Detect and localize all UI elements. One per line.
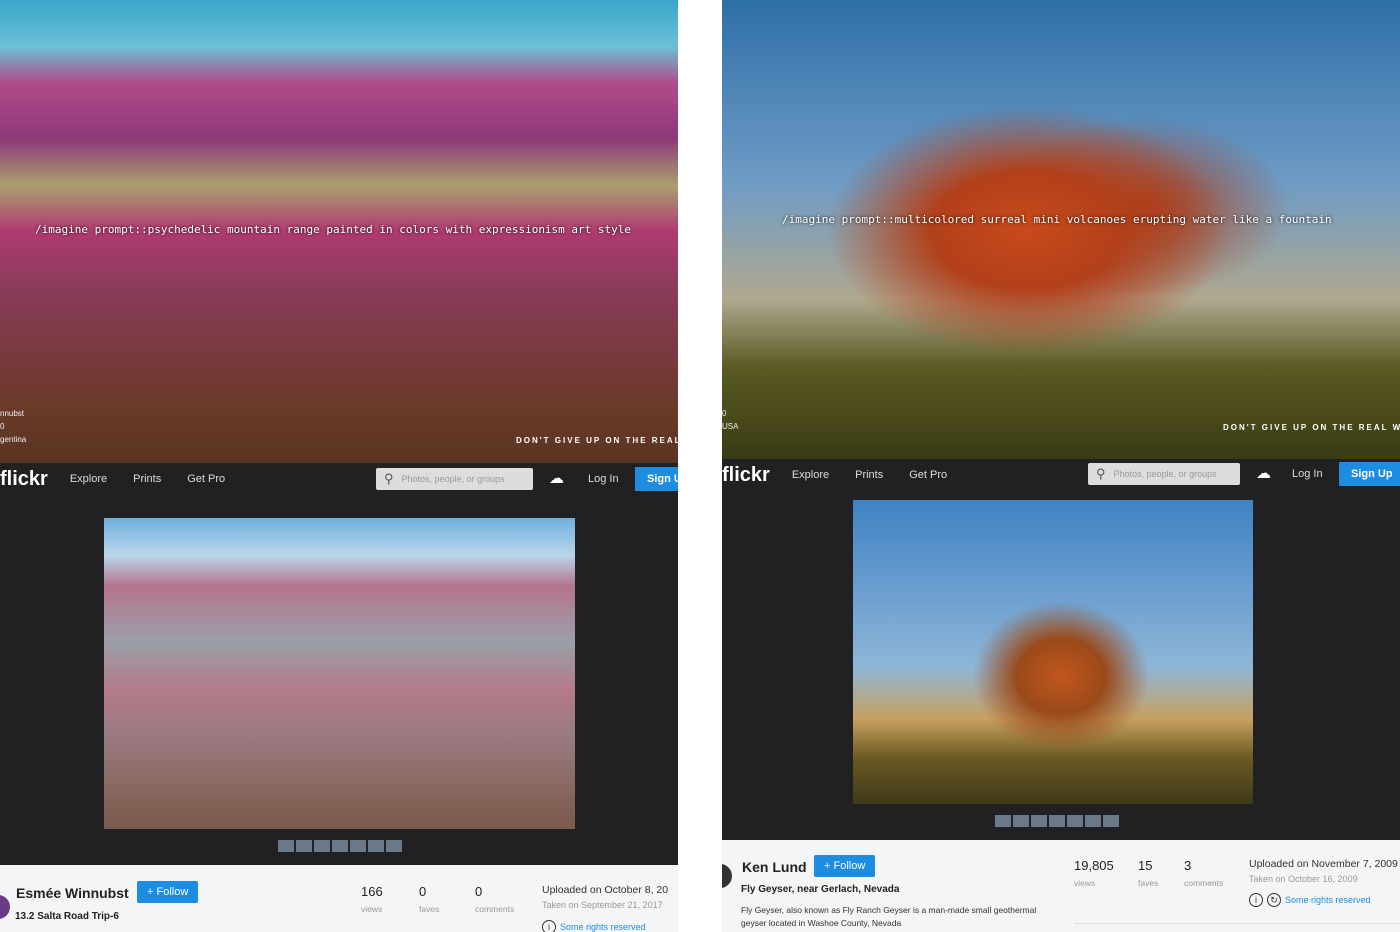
cc-sa-icon: ↻	[1267, 893, 1281, 907]
avatar[interactable]	[0, 895, 10, 919]
photo-title: Fly Geyser, near Gerlach, Nevada	[741, 884, 900, 895]
tagline: DON'T GIVE UP ON THE REAL WORLD	[1223, 423, 1400, 432]
photo-info: Esmée Winnubst + Follow 13.2 Salta Road …	[0, 865, 678, 932]
search-icon: ⚲	[384, 471, 394, 486]
right-screenshot: /imagine prompt::multicolored surreal mi…	[722, 0, 1400, 932]
nav-prints[interactable]: Prints	[855, 469, 883, 481]
taken-date: Taken on October 16, 2009	[1249, 874, 1358, 884]
photo-credit: 0 USA	[722, 407, 738, 433]
login-link[interactable]: Log In	[588, 473, 619, 485]
credit-line: nnubst	[0, 409, 25, 418]
nav-get-pro[interactable]: Get Pro	[187, 473, 225, 485]
credit-line: 0	[722, 409, 727, 418]
signup-button[interactable]: Sign U	[635, 467, 678, 491]
divider	[1074, 923, 1400, 924]
nav-bar: flickr Explore Prints Get Pro ⚲ Photos, p…	[722, 459, 1400, 491]
credit-line: USA	[722, 422, 739, 431]
nav-get-pro[interactable]: Get Pro	[909, 469, 947, 481]
license-link[interactable]: i Some rights reserved	[542, 920, 646, 932]
follow-button[interactable]: + Follow	[137, 881, 199, 903]
hero-image: /imagine prompt::multicolored surreal mi…	[722, 0, 1400, 460]
photo-title: 13.2 Salta Road Trip-6	[15, 911, 119, 922]
main-photo[interactable]	[853, 500, 1253, 804]
cc-by-icon: i	[1249, 893, 1263, 907]
search-placeholder: Photos, people, or groups	[401, 474, 505, 484]
tagline: DON'T GIVE UP ON THE REAL WO	[516, 436, 678, 445]
photo-filmstrip[interactable]	[995, 815, 1119, 827]
flickr-logo[interactable]: flickr	[0, 468, 48, 491]
hero-image: /imagine prompt::psychedelic mountain ra…	[0, 0, 678, 463]
photo-info: Ken Lund + Follow Fly Geyser, near Gerla…	[722, 840, 1400, 932]
credit-line: gentina	[0, 435, 27, 444]
photo-description: Fly Geyser, also known as Fly Ranch Geys…	[741, 905, 1037, 928]
upload-cloud-icon[interactable]: ☁	[1256, 464, 1271, 482]
flickr-logo[interactable]: flickr	[722, 464, 770, 487]
comments-stat: 0 comments	[475, 884, 515, 914]
search-icon: ⚲	[1096, 466, 1106, 481]
signup-button[interactable]: Sign Up	[1339, 462, 1400, 486]
search-input[interactable]: ⚲ Photos, people, or groups	[1088, 463, 1240, 485]
prompt-text: /imagine prompt::psychedelic mountain ra…	[35, 223, 632, 236]
main-photo[interactable]	[104, 518, 575, 829]
nav-prints[interactable]: Prints	[133, 473, 161, 485]
search-placeholder: Photos, people, or groups	[1113, 469, 1217, 479]
upload-date: Uploaded on October 8, 20	[542, 884, 669, 896]
nav-explore[interactable]: Explore	[70, 473, 107, 485]
follow-button[interactable]: + Follow	[814, 855, 876, 877]
search-input[interactable]: ⚲ Photos, people, or groups	[376, 468, 533, 490]
comments-stat: 3 comments	[1184, 858, 1224, 888]
license-link[interactable]: i ↻ Some rights reserved	[1249, 893, 1371, 907]
nav-explore[interactable]: Explore	[792, 469, 829, 481]
cc-by-icon: i	[542, 920, 556, 932]
credit-line: 0	[0, 422, 5, 431]
avatar[interactable]	[722, 864, 732, 888]
upload-cloud-icon[interactable]: ☁	[549, 469, 564, 487]
author-name[interactable]: Esmée Winnubst	[16, 885, 129, 901]
prompt-text: /imagine prompt::multicolored surreal mi…	[782, 213, 1332, 226]
photo-filmstrip[interactable]	[278, 840, 402, 852]
photo-credit: nnubst 0 gentina	[0, 407, 26, 446]
upload-date: Uploaded on November 7, 2009	[1249, 858, 1398, 870]
author-name[interactable]: Ken Lund	[742, 859, 807, 875]
taken-date: Taken on September 21, 2017	[542, 900, 663, 910]
views-stat: 19,805 views	[1074, 858, 1114, 888]
faves-stat: 0 faves	[419, 884, 440, 914]
faves-stat: 15 faves	[1138, 858, 1159, 888]
license-text[interactable]: Some rights reserved	[560, 922, 646, 932]
nav-bar: flickr Explore Prints Get Pro ⚲ Photos, p…	[0, 463, 678, 495]
login-link[interactable]: Log In	[1292, 468, 1323, 480]
views-stat: 166 views	[361, 884, 383, 914]
license-text[interactable]: Some rights reserved	[1285, 895, 1371, 905]
left-screenshot: /imagine prompt::psychedelic mountain ra…	[0, 0, 678, 932]
